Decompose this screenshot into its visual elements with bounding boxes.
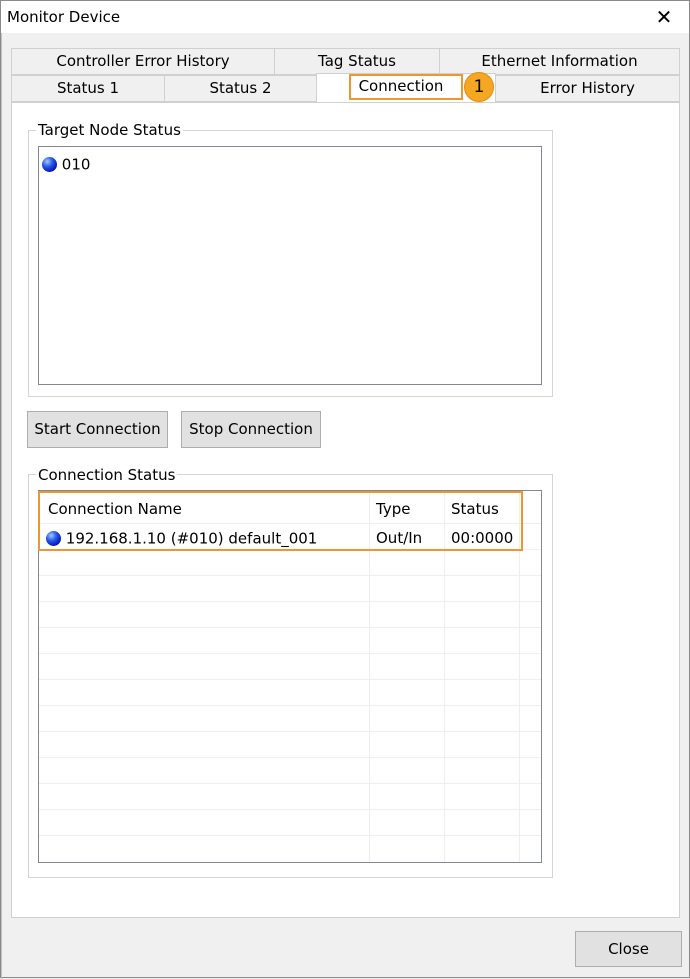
row-divider — [39, 575, 541, 576]
row-divider — [39, 731, 541, 732]
tab-controller-error-history[interactable]: Controller Error History — [11, 48, 275, 75]
connection-status-cell: 00:0000 — [451, 529, 514, 547]
target-node-list[interactable]: 010 — [38, 146, 542, 385]
column-divider — [519, 491, 520, 862]
column-divider — [369, 491, 370, 862]
tab-label: Ethernet Information — [481, 52, 638, 70]
window-title: Monitor Device — [7, 8, 121, 26]
target-node-status-label: Target Node Status — [36, 121, 183, 139]
column-header-connection-name[interactable]: Connection Name — [48, 499, 182, 519]
column-header-type[interactable]: Type — [376, 499, 410, 519]
tab-status-2[interactable]: Status 2 — [164, 75, 317, 102]
row-divider — [39, 809, 541, 810]
monitor-device-window: Monitor Device ✕ Controller Error Histor… — [0, 0, 690, 979]
tab-label: Connection — [358, 77, 444, 95]
tab-error-history[interactable]: Error History — [495, 75, 680, 102]
tab-label: Error History — [540, 79, 635, 97]
connection-type-cell: Out/In — [376, 529, 423, 547]
tab-label: Status 1 — [56, 79, 120, 97]
connection-status-icon — [46, 531, 61, 546]
tab-ethernet-information[interactable]: Ethernet Information — [439, 48, 680, 75]
column-divider — [444, 491, 445, 862]
table-row[interactable]: 192.168.1.10 (#010) default_001 — [46, 528, 317, 549]
close-button[interactable]: Close — [575, 931, 682, 967]
row-divider — [39, 835, 541, 836]
node-status-icon — [42, 157, 57, 172]
connection-name-cell: 192.168.1.10 (#010) default_001 — [65, 529, 318, 548]
row-divider — [39, 627, 541, 628]
row-divider — [39, 705, 541, 706]
close-icon[interactable]: ✕ — [651, 4, 677, 30]
row-divider — [39, 679, 541, 680]
title-bar: Monitor Device ✕ — [1, 1, 689, 33]
tab-tag-status[interactable]: Tag Status — [274, 48, 440, 75]
tab-label: Controller Error History — [56, 52, 230, 70]
tab-status-1[interactable]: Status 1 — [11, 75, 165, 102]
row-divider — [39, 783, 541, 784]
node-id: 010 — [61, 155, 91, 174]
callout-badge: 1 — [464, 72, 494, 102]
row-divider — [39, 549, 541, 550]
list-item[interactable]: 010 — [42, 155, 90, 174]
tab-label: Tag Status — [318, 52, 396, 70]
start-connection-button[interactable]: Start Connection — [27, 411, 168, 448]
connection-tab-panel: Target Node Status 010 Start Connection … — [11, 102, 680, 918]
connection-status-table[interactable]: Connection Name Type Status 192.168.1.10… — [38, 490, 542, 863]
row-divider — [39, 757, 541, 758]
row-divider — [39, 601, 541, 602]
stop-connection-button[interactable]: Stop Connection — [181, 411, 321, 448]
connection-status-label: Connection Status — [36, 466, 178, 484]
window-border — [1, 33, 2, 979]
row-divider — [39, 523, 541, 524]
row-divider — [39, 653, 541, 654]
column-header-status[interactable]: Status — [451, 499, 499, 519]
tab-label: Status 2 — [209, 79, 272, 97]
